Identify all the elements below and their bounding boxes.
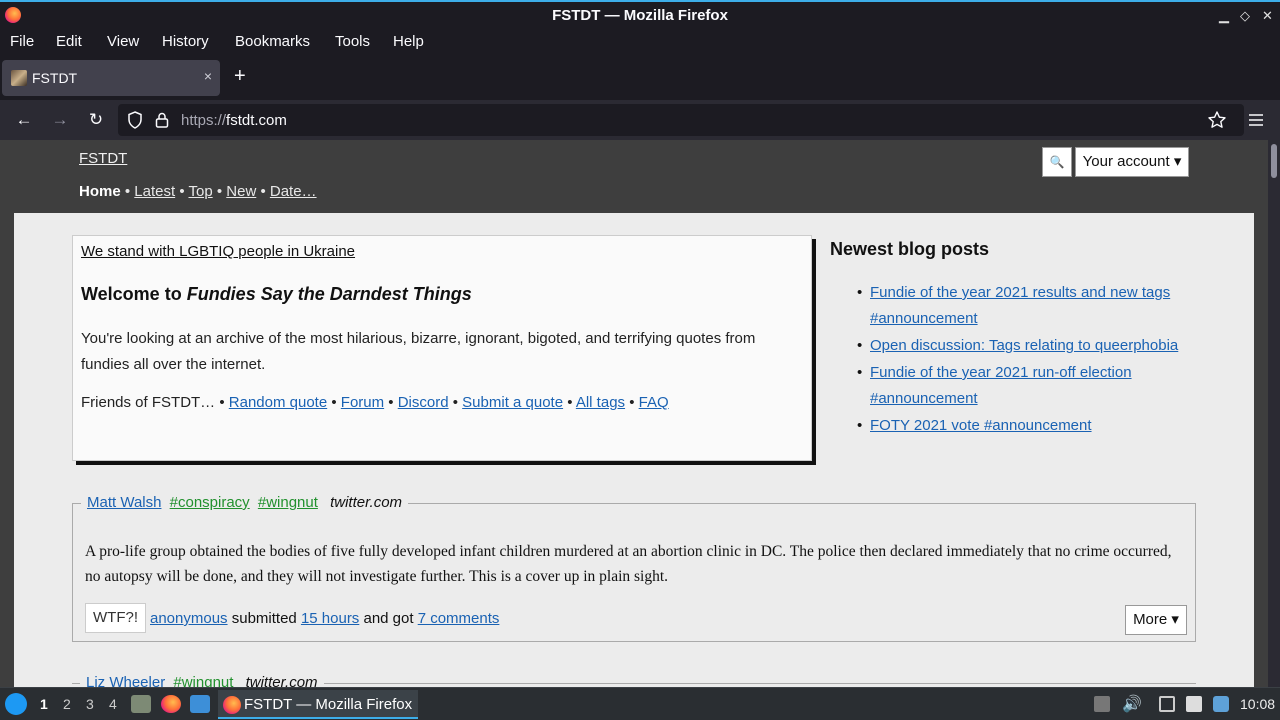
window-title: FSTDT — Mozilla Firefox <box>552 7 728 24</box>
quote-card: Matt Walsh #conspiracy #wingnut twitter.… <box>72 494 1196 642</box>
quote-author-link[interactable]: Matt Walsh <box>87 494 161 511</box>
comments-link[interactable]: 7 comments <box>418 610 500 627</box>
submit-quote-link[interactable]: Submit a quote <box>462 394 563 411</box>
display-icon[interactable] <box>1159 696 1175 712</box>
tab-close-icon[interactable]: × <box>204 68 212 84</box>
site-navigation: Home • Latest • Top • New • Date… <box>79 183 317 200</box>
file-manager-icon[interactable] <box>131 695 151 713</box>
reload-icon[interactable]: ↻ <box>85 109 107 131</box>
tab-fstdt[interactable]: FSTDT × <box>2 60 220 96</box>
nav-latest[interactable]: Latest <box>134 183 175 200</box>
notes-icon[interactable] <box>1186 696 1202 712</box>
quote-source: twitter.com <box>245 674 318 687</box>
lock-icon[interactable] <box>152 110 172 130</box>
forum-link[interactable]: Forum <box>341 394 384 411</box>
blog-posts-section: Newest blog posts Fundie of the year 202… <box>830 239 1210 440</box>
firefox-icon <box>223 696 241 714</box>
menu-file[interactable]: File <box>10 33 34 50</box>
welcome-box: We stand with LGBTIQ people in Ukraine W… <box>72 235 812 461</box>
menu-bar: File Edit View History Bookmarks Tools H… <box>0 30 1280 56</box>
new-tab-button[interactable]: + <box>234 66 246 86</box>
search-button[interactable]: 🔍 <box>1042 147 1072 177</box>
menu-view[interactable]: View <box>107 33 139 50</box>
submitter-link[interactable]: anonymous <box>150 610 228 627</box>
discord-link[interactable]: Discord <box>398 394 449 411</box>
blog-heading: Newest blog posts <box>830 239 990 259</box>
welcome-heading: Welcome to Fundies Say the Darndest Thin… <box>81 284 472 304</box>
site-favicon-icon <box>11 70 27 86</box>
quote-header: Liz Wheeler #wingnut twitter.com <box>80 674 324 687</box>
nav-home: Home <box>79 183 121 200</box>
friends-menu[interactable]: Friends of FSTDT… <box>81 394 215 411</box>
random-quote-link[interactable]: Random quote <box>229 394 327 411</box>
faq-link[interactable]: FAQ <box>639 394 669 411</box>
quote-source: twitter.com <box>330 494 403 511</box>
time-link[interactable]: 15 hours <box>301 610 359 627</box>
menu-help[interactable]: Help <box>393 33 424 50</box>
welcome-description: You're looking at an archive of the most… <box>81 330 756 373</box>
web-page: FSTDT Home • Latest • Top • New • Date… … <box>0 140 1268 687</box>
url-bar[interactable]: https://fstdt.com <box>118 104 1244 136</box>
ukraine-link[interactable]: We stand with LGBTIQ people in Ukraine <box>81 243 355 260</box>
scrollbar-thumb[interactable] <box>1271 144 1277 178</box>
taskbar: 1 2 3 4 FSTDT — Mozilla Firefox 🔊 10:08 <box>0 687 1280 720</box>
minimize-icon[interactable]: ▁ <box>1219 8 1229 24</box>
navigation-toolbar: ← → ↻ https://fstdt.com <box>0 100 1280 140</box>
clock[interactable]: 10:08 <box>1240 696 1275 712</box>
your-account-button[interactable]: Your account ▾ <box>1075 147 1189 177</box>
quote-tag-link[interactable]: #wingnut <box>173 674 233 687</box>
back-icon[interactable]: ← <box>13 109 35 131</box>
blog-post-link[interactable]: FOTY 2021 vote #announcement <box>857 413 1210 439</box>
blog-post-link[interactable]: Fundie of the year 2021 run-off election… <box>857 360 1210 412</box>
search-icon: 🔍 <box>1049 155 1065 169</box>
menu-tools[interactable]: Tools <box>335 33 370 50</box>
quote-body: A pro-life group obtained the bodies of … <box>85 543 1172 585</box>
menu-edit[interactable]: Edit <box>56 33 82 50</box>
hamburger-menu-icon[interactable] <box>1247 111 1265 129</box>
terminal-icon[interactable] <box>190 695 210 713</box>
nav-new[interactable]: New <box>226 183 256 200</box>
volume-icon[interactable]: 🔊 <box>1122 694 1142 713</box>
close-window-icon[interactable]: ✕ <box>1262 8 1273 24</box>
clipboard-icon[interactable] <box>1094 696 1110 712</box>
site-links: Friends of FSTDT… • Random quote • Forum… <box>81 394 669 411</box>
maximize-icon[interactable]: ◇ <box>1240 8 1250 24</box>
blog-post-list: Fundie of the year 2021 results and new … <box>830 280 1210 439</box>
quote-tag-link[interactable]: #wingnut <box>258 494 318 511</box>
shield-icon[interactable] <box>125 110 145 130</box>
nav-date[interactable]: Date… <box>270 183 317 200</box>
main-content: We stand with LGBTIQ people in Ukraine W… <box>14 213 1254 687</box>
taskbar-firefox-task[interactable]: FSTDT — Mozilla Firefox <box>218 690 418 719</box>
tab-title: FSTDT <box>32 70 78 86</box>
blog-post-link[interactable]: Fundie of the year 2021 results and new … <box>857 280 1210 332</box>
tab-strip: FSTDT × + <box>0 56 1280 100</box>
bookmark-star-icon[interactable] <box>1207 110 1227 130</box>
firefox-launcher-icon[interactable] <box>161 695 181 713</box>
quote-meta: anonymous submitted 15 hours and got 7 c… <box>150 610 500 627</box>
page-scrollbar[interactable] <box>1268 140 1280 687</box>
url-text: https://fstdt.com <box>181 112 287 129</box>
quote-tag-link[interactable]: #conspiracy <box>170 494 250 511</box>
all-tags-link[interactable]: All tags <box>576 394 625 411</box>
desktop-4[interactable]: 4 <box>109 696 117 712</box>
app-launcher-icon[interactable] <box>5 693 27 715</box>
menu-bookmarks[interactable]: Bookmarks <box>235 33 310 50</box>
blog-post-link[interactable]: Open discussion: Tags relating to queerp… <box>857 333 1210 359</box>
wtf-button[interactable]: WTF?! <box>85 603 146 633</box>
quote-author-link[interactable]: Liz Wheeler <box>86 674 165 687</box>
notification-icon[interactable] <box>1213 696 1229 712</box>
forward-icon[interactable]: → <box>49 109 71 131</box>
more-button[interactable]: More ▾ <box>1125 605 1187 635</box>
desktop-1[interactable]: 1 <box>40 696 48 712</box>
task-label: FSTDT — Mozilla Firefox <box>244 696 413 713</box>
site-logo-link[interactable]: FSTDT <box>79 150 127 167</box>
quote-header: Matt Walsh #conspiracy #wingnut twitter.… <box>81 494 409 511</box>
nav-top[interactable]: Top <box>188 183 212 200</box>
desktop-2[interactable]: 2 <box>63 696 71 712</box>
menu-history[interactable]: History <box>162 33 209 50</box>
window-titlebar: FSTDT — Mozilla Firefox ▁ ◇ ✕ <box>0 0 1280 30</box>
desktop-3[interactable]: 3 <box>86 696 94 712</box>
